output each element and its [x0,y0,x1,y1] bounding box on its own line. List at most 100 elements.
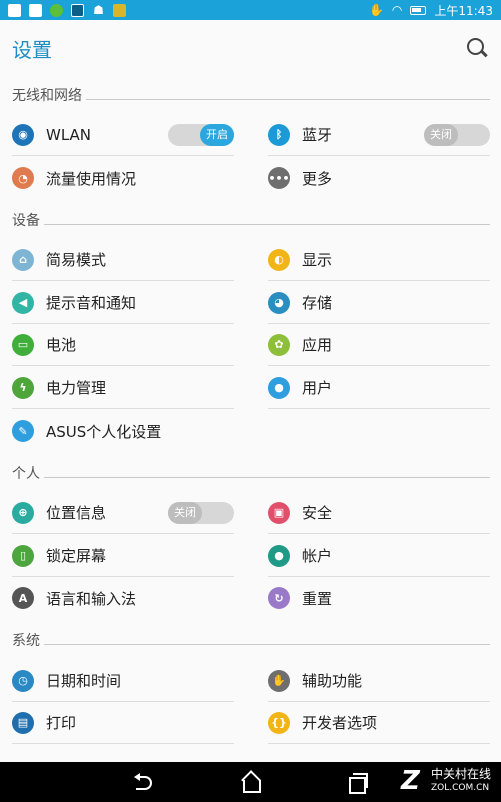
setting-label: 打印 [46,714,77,732]
status-indicators: ✋ ◠ 上午11:43 [369,2,493,19]
hand-icon: ✋ [368,3,384,17]
setting-label: 显示 [302,251,333,269]
setting-users[interactable]: ● 用户 [268,367,490,409]
setting-label: 简易模式 [46,251,107,269]
setting-label: WLAN [46,125,92,144]
section-label: 无线和网络 [12,88,82,104]
setting-sound[interactable]: ◀ 提示音和通知 [12,282,234,324]
app-store-notification-icon [113,3,126,17]
section-personal: 个人 [12,462,490,484]
section-device: 设备 [12,209,490,231]
setting-label: 辅助功能 [302,672,363,690]
section-label: 个人 [12,466,40,482]
location-icon: ⊕ [12,501,34,524]
setting-security[interactable]: ▣ 安全 [268,492,490,534]
watermark-cn: 中关村在线 [430,767,491,781]
setting-label: ASUS个人化设置 [46,422,162,441]
setting-label: 存储 [302,294,333,312]
developer-icon: {} [268,711,290,734]
setting-display[interactable]: ◐ 显示 [268,239,490,281]
user-icon: ● [268,376,290,399]
asus-customize-icon: ✎ [12,420,34,442]
clock-icon: ◷ [12,669,34,692]
account-icon: ● [268,544,290,567]
display-icon: ◐ [268,248,290,271]
toggle-state: 开启 [200,123,234,146]
setting-developer[interactable]: {} 开发者选项 [268,702,490,744]
setting-location[interactable]: ⊕ 位置信息 关闭 [12,492,234,534]
divider [44,223,490,225]
toggle-state: 关闭 [424,123,458,146]
easy-mode-icon: ⌂ [12,248,34,271]
setting-lock-screen[interactable]: ▯ 锁定屏幕 [12,535,234,577]
setting-storage[interactable]: ◕ 存储 [268,282,490,324]
setting-accessibility[interactable]: ✋ 辅助功能 [268,660,490,702]
divider [44,643,490,645]
setting-label: 提示音和通知 [46,294,137,312]
app-header: 设置 [0,20,501,76]
setting-label: 位置信息 [46,504,107,522]
reset-icon: ↻ [268,587,290,609]
wifi-signal-icon: ◠ [391,3,403,17]
home-icon[interactable] [238,770,262,794]
setting-datetime[interactable]: ◷ 日期和时间 [12,660,234,702]
back-icon[interactable] [132,770,156,794]
status-bar: ☗ ✋ ◠ 上午11:43 [0,0,501,20]
battery-status-icon [410,5,427,15]
setting-label: 语言和输入法 [46,589,137,608]
setting-battery[interactable]: ▭ 电池 [12,324,234,366]
hand-icon: ✋ [268,669,290,692]
setting-label: 应用 [302,336,333,354]
wlan-toggle[interactable]: 开启 [168,123,234,146]
zol-watermark: Z 中关村在线 ZOL.COM.CN [401,766,491,796]
watermark-text: 中关村在线 ZOL.COM.CN [431,767,491,795]
setting-apps[interactable]: ✿ 应用 [268,324,490,366]
data-usage-icon: ◔ [12,167,34,189]
setting-easy-mode[interactable]: ⌂ 简易模式 [12,239,234,281]
setting-reset[interactable]: ↻ 重置 [268,577,490,619]
setting-asus-customize[interactable]: ✎ ASUS个人化设置 [12,410,234,452]
setting-label: 重置 [302,589,333,608]
page-title: 设置 [12,37,52,62]
setting-print[interactable]: ▤ 打印 [12,702,234,744]
setting-accounts[interactable]: ● 帐户 [268,535,490,577]
setting-label: 电力管理 [46,379,107,397]
lock-screen-icon: ▯ [12,544,34,567]
storage-icon: ◕ [268,291,290,314]
setting-label: 电池 [46,336,77,354]
setting-wlan[interactable]: ◉ WLAN 开启 [12,114,234,156]
print-icon: ▤ [12,711,34,734]
setting-power[interactable]: ϟ 电力管理 [12,367,234,409]
apps-icon: ✿ [268,333,290,356]
bluetooth-toggle[interactable]: 关闭 [424,123,490,146]
section-label: 系统 [12,633,40,649]
setting-label: 流量使用情况 [46,169,137,188]
power-icon: ϟ [12,376,34,399]
screenshot-notification-icon [71,3,84,17]
recent-apps-icon[interactable] [344,770,368,794]
wifi-icon: ◉ [12,123,34,146]
zol-logo: Z [400,766,420,796]
clock-text: 上午11:43 [434,3,493,18]
setting-label: 蓝牙 [302,126,333,144]
gallery-notification-icon [8,3,21,17]
sound-icon: ◀ [12,291,34,314]
more-icon: ••• [268,167,290,189]
location-toggle[interactable]: 关闭 [168,501,234,524]
setting-data-usage[interactable]: ◔ 流量使用情况 [12,157,234,199]
setting-label: 更多 [302,169,333,188]
divider [86,98,490,100]
toggle-state: 关闭 [168,501,202,524]
search-icon[interactable] [465,36,489,60]
language-icon: A [12,587,34,609]
setting-language[interactable]: A 语言和输入法 [12,577,234,619]
white-square-notification-icon [29,3,42,17]
navigation-bar: Z 中关村在线 ZOL.COM.CN [0,762,501,802]
setting-bluetooth[interactable]: ᛒ 蓝牙 关闭 [268,114,490,156]
android-debug-icon: ☗ [93,2,104,17]
watermark-en: ZOL.COM.CN [430,783,490,793]
lock-icon: ▣ [268,501,290,524]
setting-label: 安全 [302,504,333,522]
setting-label: 日期和时间 [46,672,122,690]
setting-more[interactable]: ••• 更多 [268,157,490,199]
